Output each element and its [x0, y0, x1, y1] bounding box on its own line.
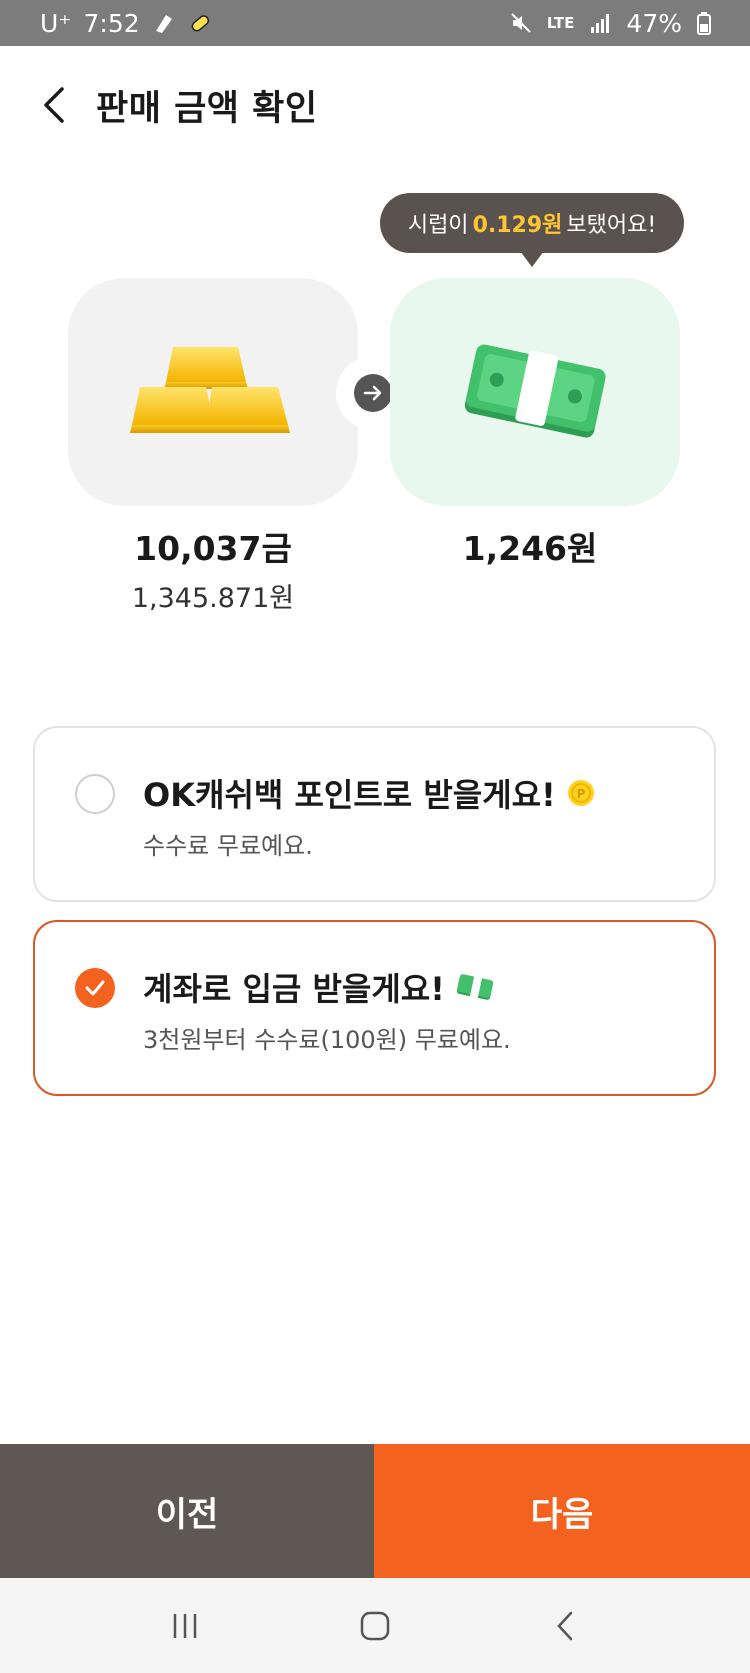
gold-card: [68, 278, 358, 506]
home-button[interactable]: [345, 1596, 405, 1656]
page-title: 판매 금액 확인: [96, 88, 318, 129]
tooltip-prefix: 시럽이: [407, 213, 469, 238]
option-bank-account[interactable]: 계좌로 입금 받을게요! 3천원부터 수수료(100원) 무료예요.: [33, 920, 716, 1096]
back-icon: [557, 1611, 573, 1640]
point-coin-icon: P: [567, 780, 594, 806]
svg-text:P: P: [576, 787, 585, 801]
option-description: 3천원부터 수수료(100원) 무료예요.: [143, 1026, 511, 1054]
arrow-right-icon: [363, 385, 382, 401]
battery-icon: [696, 11, 720, 35]
battery-percent: 47%: [626, 8, 682, 38]
carrier-label: U⁺: [40, 8, 72, 38]
tooltip-highlight: 0.129원: [472, 213, 563, 238]
clock: 7:52: [83, 8, 140, 38]
recent-apps-icon: [173, 1613, 197, 1638]
radio-unchecked[interactable]: [75, 774, 115, 814]
network-label: LTE: [546, 14, 575, 32]
chevron-left-icon: [44, 87, 64, 123]
bottom-action-bar: 이전 다음: [0, 1444, 750, 1578]
check-icon: [85, 980, 105, 996]
savings-tooltip: 시럽이 0.129원 보탰어요!: [380, 193, 684, 267]
tooltip-suffix: 보탰어요!: [566, 213, 657, 238]
cash-amount: 1,246원: [462, 529, 598, 568]
cash-stack-icon: [464, 344, 606, 438]
status-right: LTE 47%: [509, 9, 720, 38]
notification-icon: [152, 11, 176, 35]
status-bar: U⁺ 7:52 LTE 47%: [0, 0, 750, 46]
nav-back-button[interactable]: [535, 1596, 595, 1656]
home-icon: [360, 1611, 390, 1640]
radio-checked[interactable]: [75, 968, 115, 1008]
option-title: OK캐쉬백 포인트로 받을게요!: [143, 776, 556, 814]
gold-value: 1,345.871원: [131, 583, 295, 614]
back-button[interactable]: [40, 80, 80, 130]
cash-icon: [456, 974, 493, 1000]
system-nav-bar: [0, 1578, 750, 1673]
mute-icon: [509, 11, 533, 35]
signal-icon: [588, 11, 612, 35]
option-description: 수수료 무료예요.: [143, 832, 313, 860]
header: 판매 금액 확인: [0, 70, 750, 140]
option-okcashbag[interactable]: OK캐쉬백 포인트로 받을게요! P 수수료 무료예요.: [33, 726, 716, 902]
option-title: 계좌로 입금 받을게요!: [143, 970, 445, 1008]
status-left: U⁺ 7:52: [40, 9, 212, 38]
recent-apps-button[interactable]: [155, 1596, 215, 1656]
next-button[interactable]: 다음: [374, 1444, 750, 1578]
prev-button[interactable]: 이전: [0, 1444, 374, 1578]
cash-card: [390, 278, 680, 506]
gold-bars-icon: [130, 347, 290, 433]
pill-icon: [188, 11, 212, 35]
gold-amount: 10,037금: [134, 529, 292, 568]
